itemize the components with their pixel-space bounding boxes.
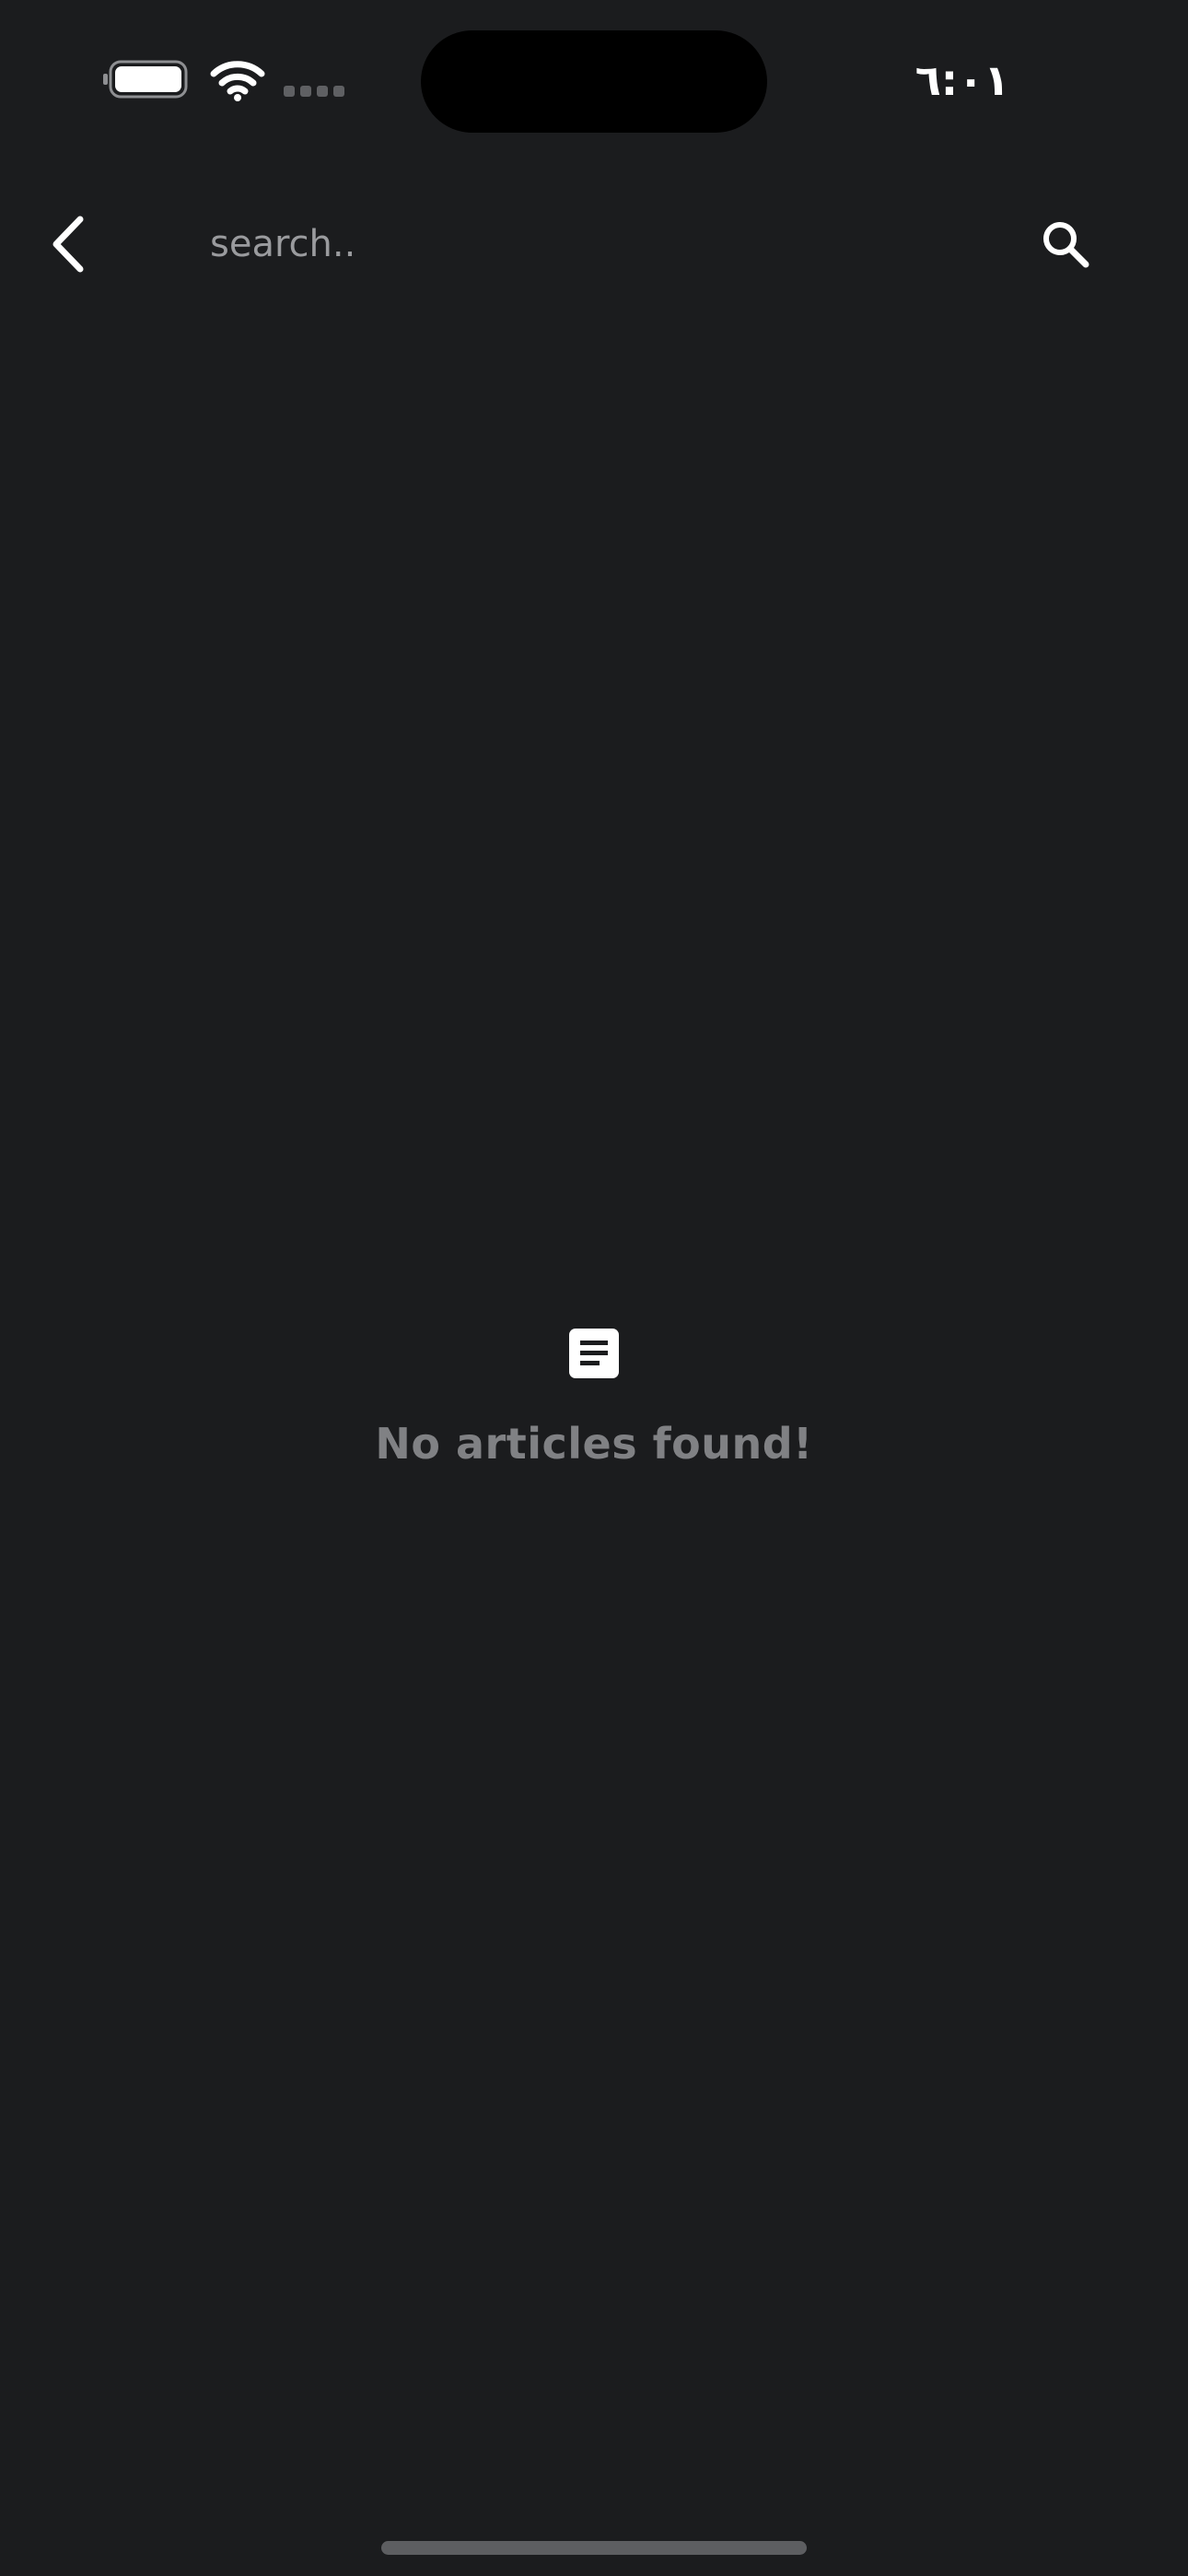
empty-state: No articles found! [0, 1327, 1188, 1469]
wifi-icon [210, 61, 265, 101]
empty-state-message: No articles found! [375, 1419, 813, 1469]
home-indicator[interactable] [381, 2541, 807, 2555]
back-button[interactable] [28, 205, 107, 284]
status-time: ٦:٠١ [914, 55, 1010, 105]
search-button[interactable] [1026, 205, 1105, 284]
magnifier-icon [1043, 222, 1089, 268]
chevron-left-icon [52, 216, 84, 273]
search-header [0, 184, 1188, 304]
dynamic-island [421, 30, 767, 133]
status-bar: ٦:٠١ [0, 0, 1188, 157]
search-input[interactable] [210, 212, 993, 276]
article-icon [569, 1329, 619, 1378]
cellular-signal-icon [284, 86, 344, 97]
battery-full-icon [103, 60, 188, 99]
